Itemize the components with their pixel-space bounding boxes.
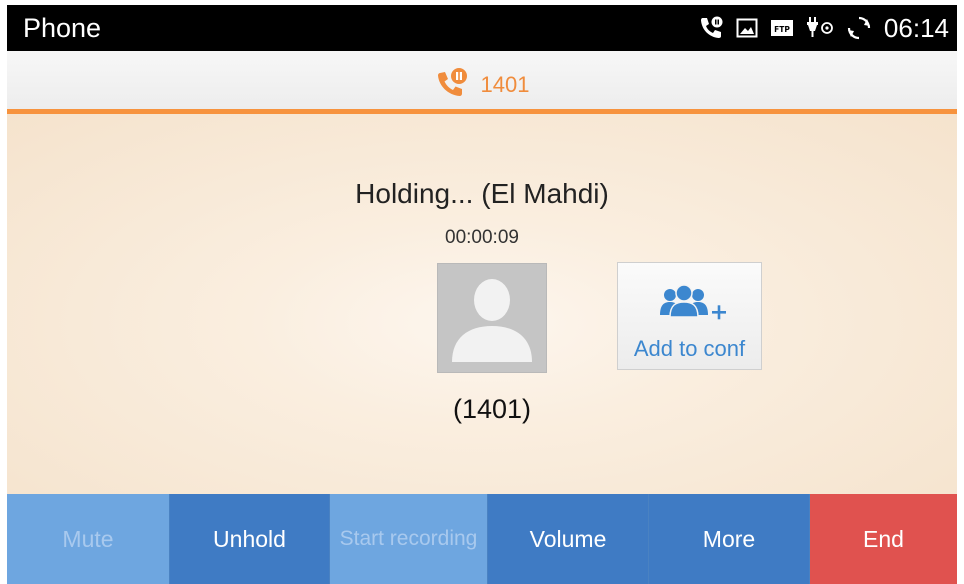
person-icon (452, 279, 532, 362)
app-title: Phone (23, 13, 102, 43)
status-icons: FTP 06:14 (698, 12, 949, 44)
phone-app-window: Phone FTP 06:14 1401 Holding... (El Mahd… (7, 5, 957, 584)
call-panel: Holding... (El Mahdi) 00:00:09 (1401) Ad… (7, 114, 957, 494)
caller-number: (1401) (452, 394, 532, 424)
volume-button[interactable]: Volume (488, 494, 649, 584)
call-status: Holding... (El Mahdi) (355, 178, 609, 209)
mute-button[interactable]: Mute (7, 494, 170, 584)
svg-text:FTP: FTP (774, 25, 790, 34)
call-action-bar: Mute Unhold Start recording Volume More … (7, 494, 957, 584)
call-line-tab[interactable]: 1401 (7, 51, 957, 114)
status-bar: Phone FTP 06:14 (7, 5, 957, 51)
call-timer: 00:00:09 (445, 227, 519, 248)
sync-icon (846, 15, 872, 41)
line-number: 1401 (480, 71, 530, 97)
more-button[interactable]: More (649, 494, 810, 584)
image-icon (736, 17, 758, 39)
add-to-conference-label: Add to conf (633, 336, 746, 361)
contact-avatar (437, 263, 547, 373)
end-call-button[interactable]: End (810, 494, 957, 584)
clock: 06:14 (883, 12, 949, 43)
add-to-conference-button[interactable]: Add to conf (617, 262, 762, 370)
ftp-icon: FTP (770, 18, 794, 38)
unhold-button[interactable]: Unhold (170, 494, 330, 584)
start-recording-button[interactable]: Start recording (330, 494, 488, 584)
add-conference-icon (656, 281, 728, 332)
call-hold-icon (435, 67, 469, 102)
usb-debug-icon (806, 15, 834, 41)
call-hold-icon (698, 15, 724, 41)
